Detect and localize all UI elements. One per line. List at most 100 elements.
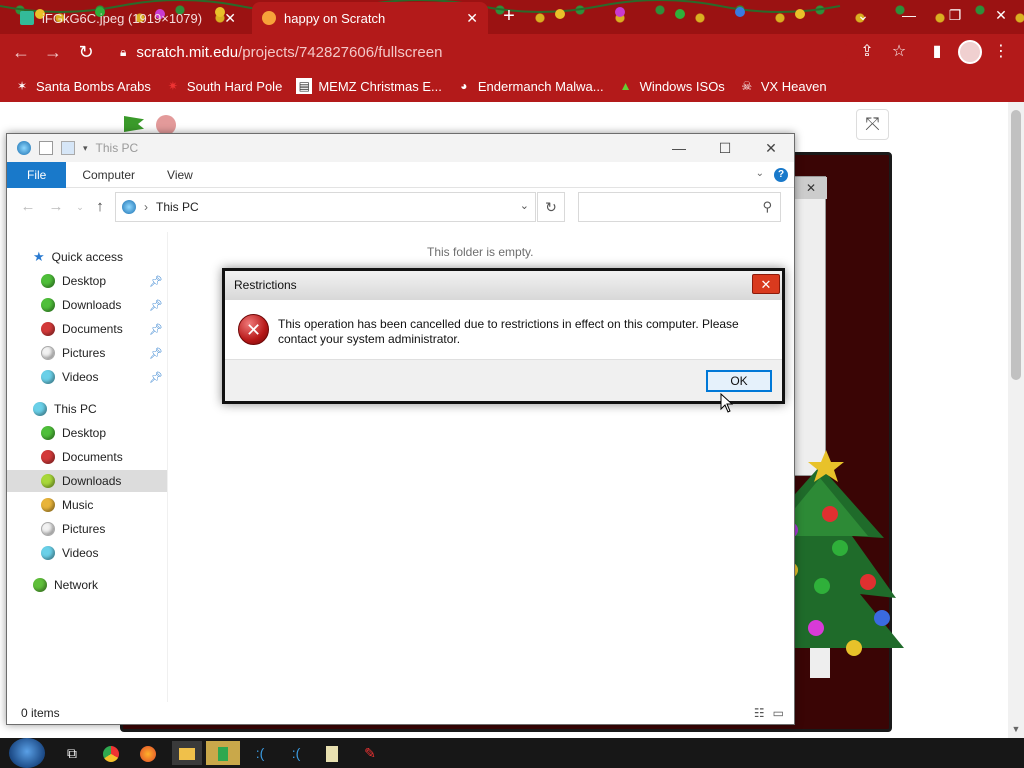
tab-search-icon[interactable]: ⌄ bbox=[840, 0, 886, 30]
window-title: This PC bbox=[95, 141, 139, 155]
address-bar[interactable]: 🔒︎ scratch.mit.edu/projects/742827606/fu… bbox=[108, 38, 848, 66]
videos-icon bbox=[41, 546, 55, 560]
ok-button[interactable]: OK bbox=[706, 370, 772, 392]
tab-image[interactable]: iFGkG6C.jpeg (1919×1079) ✕ bbox=[10, 2, 246, 34]
explorer-maximize-button[interactable]: ☐ bbox=[702, 134, 748, 162]
nav-quick-downloads[interactable]: Downloads 📌︎ bbox=[7, 294, 167, 316]
reload-icon[interactable]: ↻ bbox=[75, 41, 97, 63]
bookmark-item[interactable]: ✷ South Hard Pole bbox=[165, 78, 282, 94]
nav-label: Downloads bbox=[62, 474, 122, 488]
bookmark-label: Endermanch Malwa... bbox=[477, 78, 604, 94]
error-icon: ✕ bbox=[238, 314, 269, 345]
pane-divider[interactable] bbox=[167, 232, 168, 702]
pin-icon[interactable]: 📌︎ bbox=[149, 347, 163, 360]
back-icon[interactable]: ← bbox=[10, 41, 32, 63]
tab-view[interactable]: View bbox=[151, 162, 209, 188]
image-tab-icon bbox=[20, 11, 34, 25]
nav-quick-access[interactable]: ★ Quick access bbox=[7, 246, 167, 268]
restore-button[interactable]: ❐ bbox=[932, 0, 978, 30]
nav-quick-documents[interactable]: Documents 📌︎ bbox=[7, 318, 167, 340]
explorer-minimize-button[interactable]: — bbox=[656, 134, 702, 162]
minimize-button[interactable]: — bbox=[886, 0, 932, 30]
bookmark-item[interactable]: ▤ MEMZ Christmas E... bbox=[296, 78, 442, 94]
tab-computer[interactable]: Computer bbox=[66, 162, 151, 188]
pin-icon[interactable]: 📌︎ bbox=[149, 275, 163, 288]
nav-pc-videos[interactable]: Videos bbox=[7, 542, 167, 564]
nav-quick-videos[interactable]: Videos 📌︎ bbox=[7, 366, 167, 388]
notepad-icon[interactable] bbox=[320, 741, 344, 765]
paint-icon[interactable]: ✎ bbox=[358, 741, 382, 765]
refresh-icon[interactable]: ↻ bbox=[537, 192, 565, 222]
tab-file[interactable]: File bbox=[7, 161, 67, 188]
close-tab-icon[interactable]: ✕ bbox=[224, 10, 236, 27]
firefox-icon[interactable] bbox=[136, 741, 160, 765]
close-tab-icon[interactable]: ✕ bbox=[466, 10, 478, 27]
forward-icon[interactable]: → bbox=[47, 198, 65, 216]
nav-pc-pictures[interactable]: Pictures bbox=[7, 518, 167, 540]
bookmark-item[interactable]: ▲ Windows ISOs bbox=[618, 78, 725, 94]
terminal-icon[interactable]: :( bbox=[248, 741, 272, 765]
bookmark-item[interactable]: ◕ Endermanch Malwa... bbox=[456, 78, 604, 94]
downloads-icon bbox=[41, 298, 55, 312]
tab-scratch[interactable]: happy on Scratch ✕ bbox=[252, 2, 488, 34]
pin-icon[interactable]: 📌︎ bbox=[149, 299, 163, 312]
nav-label: Pictures bbox=[62, 346, 106, 360]
help-icon[interactable]: ? bbox=[774, 168, 788, 182]
menu-icon[interactable]: ⋮ bbox=[990, 41, 1012, 63]
nav-label: Documents bbox=[62, 450, 123, 464]
nav-pc-music[interactable]: Music bbox=[7, 494, 167, 516]
nav-quick-desktop[interactable]: Desktop 📌︎ bbox=[7, 270, 167, 292]
nav-pc-documents[interactable]: Documents bbox=[7, 446, 167, 468]
mouse-cursor-icon bbox=[720, 393, 733, 413]
bookmark-star-icon[interactable]: ☆ bbox=[888, 41, 910, 63]
side-panel-icon[interactable]: ▮ bbox=[926, 41, 948, 63]
terminal-icon-2[interactable]: :( bbox=[284, 741, 308, 765]
nav-network[interactable]: Network bbox=[7, 574, 167, 596]
back-icon[interactable]: ← bbox=[19, 198, 37, 216]
explorer-close-button[interactable]: ✕ bbox=[748, 134, 794, 162]
nav-pc-desktop[interactable]: Desktop bbox=[7, 422, 167, 444]
pin-icon[interactable]: 📌︎ bbox=[149, 371, 163, 384]
chevron-down-icon[interactable]: ⌄ bbox=[520, 199, 529, 212]
stop-icon[interactable] bbox=[156, 115, 176, 135]
forward-icon[interactable]: → bbox=[42, 41, 64, 63]
nav-this-pc[interactable]: This PC bbox=[7, 398, 167, 420]
large-icons-view-icon[interactable]: ▭ bbox=[773, 706, 784, 720]
pin-icon[interactable]: 📌︎ bbox=[149, 323, 163, 336]
explorer-search-input[interactable]: ⚲ bbox=[578, 192, 781, 222]
explorer-address-bar[interactable]: › This PC ⌄ bbox=[115, 192, 536, 222]
scratch-icon[interactable] bbox=[206, 741, 240, 765]
recent-locations-icon[interactable]: ⌄ bbox=[71, 198, 89, 216]
scroll-down-icon[interactable]: ▼ bbox=[1010, 724, 1022, 736]
restrictions-dialog[interactable]: Restrictions ✕ ✕ This operation has been… bbox=[222, 268, 785, 404]
scrollbar-thumb[interactable] bbox=[1011, 110, 1021, 380]
file-explorer-icon[interactable] bbox=[172, 741, 202, 765]
task-view-icon[interactable]: ⧉ bbox=[60, 741, 84, 765]
up-icon[interactable]: ↑ bbox=[91, 198, 109, 216]
customize-qat-icon[interactable]: ▾ bbox=[83, 143, 88, 154]
details-view-icon[interactable]: ☷ bbox=[754, 706, 765, 720]
start-orb-icon[interactable] bbox=[9, 738, 45, 768]
videos-icon bbox=[41, 370, 55, 384]
nav-label: Desktop bbox=[62, 274, 107, 288]
file-explorer-window[interactable]: ▾ This PC — ☐ ✕ File Computer View ⌄ ? ←… bbox=[6, 133, 795, 725]
exit-fullscreen-icon[interactable]: ⤧ bbox=[856, 109, 889, 140]
bookmark-item[interactable]: ☠ VX Heaven bbox=[739, 78, 826, 94]
expand-ribbon-icon[interactable]: ⌄ bbox=[756, 168, 764, 179]
pictures-icon bbox=[41, 522, 55, 536]
close-window-button[interactable]: ✕ bbox=[978, 0, 1024, 30]
properties-icon[interactable] bbox=[39, 141, 53, 155]
nav-quick-pictures[interactable]: Pictures 📌︎ bbox=[7, 342, 167, 364]
close-icon[interactable]: ✕ bbox=[795, 177, 827, 199]
share-icon[interactable]: ⇪ bbox=[856, 41, 878, 63]
nav-pc-downloads[interactable]: Downloads bbox=[7, 470, 167, 492]
chrome-icon[interactable] bbox=[99, 741, 123, 765]
ribbon-tabs: File Computer View ⌄ ? bbox=[7, 161, 794, 188]
new-tab-button[interactable]: + bbox=[498, 6, 520, 28]
nav-label: This PC bbox=[54, 402, 97, 416]
dialog-close-button[interactable]: ✕ bbox=[752, 274, 780, 294]
this-pc-icon bbox=[122, 200, 136, 214]
bookmark-item[interactable]: ✶ Santa Bombs Arabs bbox=[14, 78, 151, 94]
profile-avatar[interactable] bbox=[958, 40, 982, 64]
new-folder-icon[interactable] bbox=[61, 141, 75, 155]
